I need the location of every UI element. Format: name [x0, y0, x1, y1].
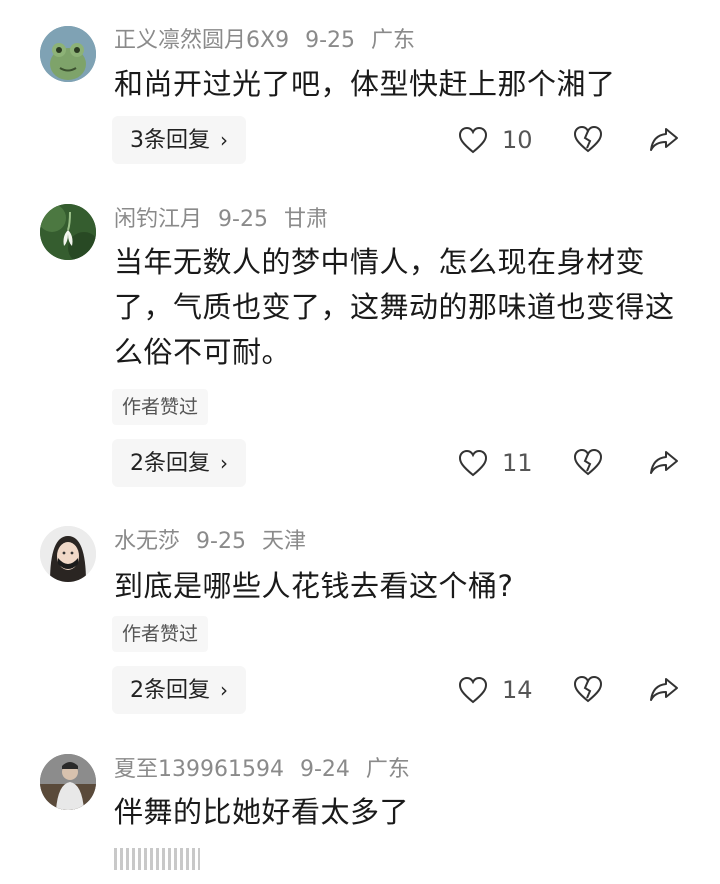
avatar[interactable] — [40, 526, 96, 582]
comment-item: 夏至139961594 9-24 广东 伴舞的比她好看太多了 — [0, 742, 720, 884]
avatar[interactable] — [40, 26, 96, 82]
reply-count-label: 2条回复 — [130, 451, 210, 476]
like-button[interactable]: 10 — [458, 120, 533, 160]
cropped-content — [114, 848, 200, 870]
comment-meta: 正义凛然圆月6X9 9-25 广东 — [114, 27, 431, 55]
reply-count-label: 3条回复 — [130, 128, 210, 153]
author-liked-badge: 作者赞过 — [112, 616, 209, 652]
comment-meta: 闲钓江月 9-25 甘肃 — [114, 206, 344, 234]
dislike-button[interactable] — [572, 674, 604, 706]
comment-location: 甘肃 — [283, 207, 328, 232]
broken-heart-icon — [573, 125, 603, 153]
comment-location: 广东 — [371, 28, 416, 53]
like-count: 11 — [502, 449, 533, 477]
like-button[interactable]: 14 — [458, 670, 533, 710]
reply-count-label: 2条回复 — [130, 678, 210, 703]
comment-meta: 夏至139961594 9-24 广东 — [114, 756, 426, 784]
username[interactable]: 水无莎 — [114, 529, 180, 554]
man-photo-avatar-icon — [40, 754, 96, 810]
like-count: 10 — [502, 126, 533, 154]
comment-item: 正义凛然圆月6X9 9-25 广东 和尚开过光了吧，体型快赶上那个湘了 3条回复 › … — [0, 0, 720, 180]
chevron-right-icon: › — [220, 128, 228, 152]
share-button[interactable] — [648, 124, 680, 156]
broken-heart-icon — [573, 675, 603, 703]
share-button[interactable] — [648, 447, 680, 479]
dislike-button[interactable] — [572, 124, 604, 156]
avatar[interactable] — [40, 754, 96, 810]
like-count: 14 — [502, 676, 533, 704]
frog-avatar-icon — [40, 26, 96, 82]
comment-date: 9-25 — [196, 529, 246, 554]
chevron-right-icon: › — [220, 451, 228, 475]
heart-outline-icon — [458, 676, 488, 704]
comment-date: 9-25 — [305, 28, 356, 53]
share-arrow-icon — [650, 451, 678, 474]
share-arrow-icon — [650, 128, 678, 151]
username[interactable]: 正义凛然圆月6X9 — [114, 28, 289, 53]
view-replies-button[interactable]: 2条回复 › — [112, 666, 246, 714]
view-replies-button[interactable]: 3条回复 › — [112, 116, 246, 164]
broken-heart-icon — [573, 448, 603, 476]
author-liked-badge: 作者赞过 — [112, 389, 209, 425]
woman-masked-avatar-icon — [40, 526, 96, 582]
comment-item: 闲钓江月 9-25 甘肃 当年无数人的梦中情人，怎么现在身材变了，气质也变了，这舞动… — [0, 180, 720, 510]
username[interactable]: 夏至139961594 — [114, 757, 284, 782]
comment-item: 水无莎 9-25 天津 到底是哪些人花钱去看这个桶? 作者赞过 2条回复 › 14 — [0, 510, 720, 742]
comment-text: 伴舞的比她好看太多了 — [114, 795, 410, 829]
comment-location: 天津 — [261, 529, 306, 554]
view-replies-button[interactable]: 2条回复 › — [112, 439, 246, 487]
comment-location: 广东 — [365, 757, 410, 782]
comment-text: 到底是哪些人花钱去看这个桶? — [114, 569, 514, 603]
comment-text: 当年无数人的梦中情人，怎么现在身材变了，气质也变了，这舞动的那味道也变得这么俗不… — [114, 245, 675, 369]
chevron-right-icon: › — [220, 678, 228, 702]
snowdrop-flower-avatar-icon — [40, 204, 96, 260]
share-button[interactable] — [648, 674, 680, 706]
comment-date: 9-24 — [299, 757, 350, 782]
dislike-button[interactable] — [572, 447, 604, 479]
username[interactable]: 闲钓江月 — [114, 207, 202, 232]
avatar[interactable] — [40, 204, 96, 260]
comment-date: 9-25 — [218, 207, 268, 232]
comment-meta: 水无莎 9-25 天津 — [114, 528, 322, 556]
heart-outline-icon — [458, 126, 488, 154]
comment-text: 和尚开过光了吧，体型快赶上那个湘了 — [114, 67, 616, 101]
share-arrow-icon — [650, 678, 678, 701]
like-button[interactable]: 11 — [458, 443, 533, 483]
heart-outline-icon — [458, 449, 488, 477]
